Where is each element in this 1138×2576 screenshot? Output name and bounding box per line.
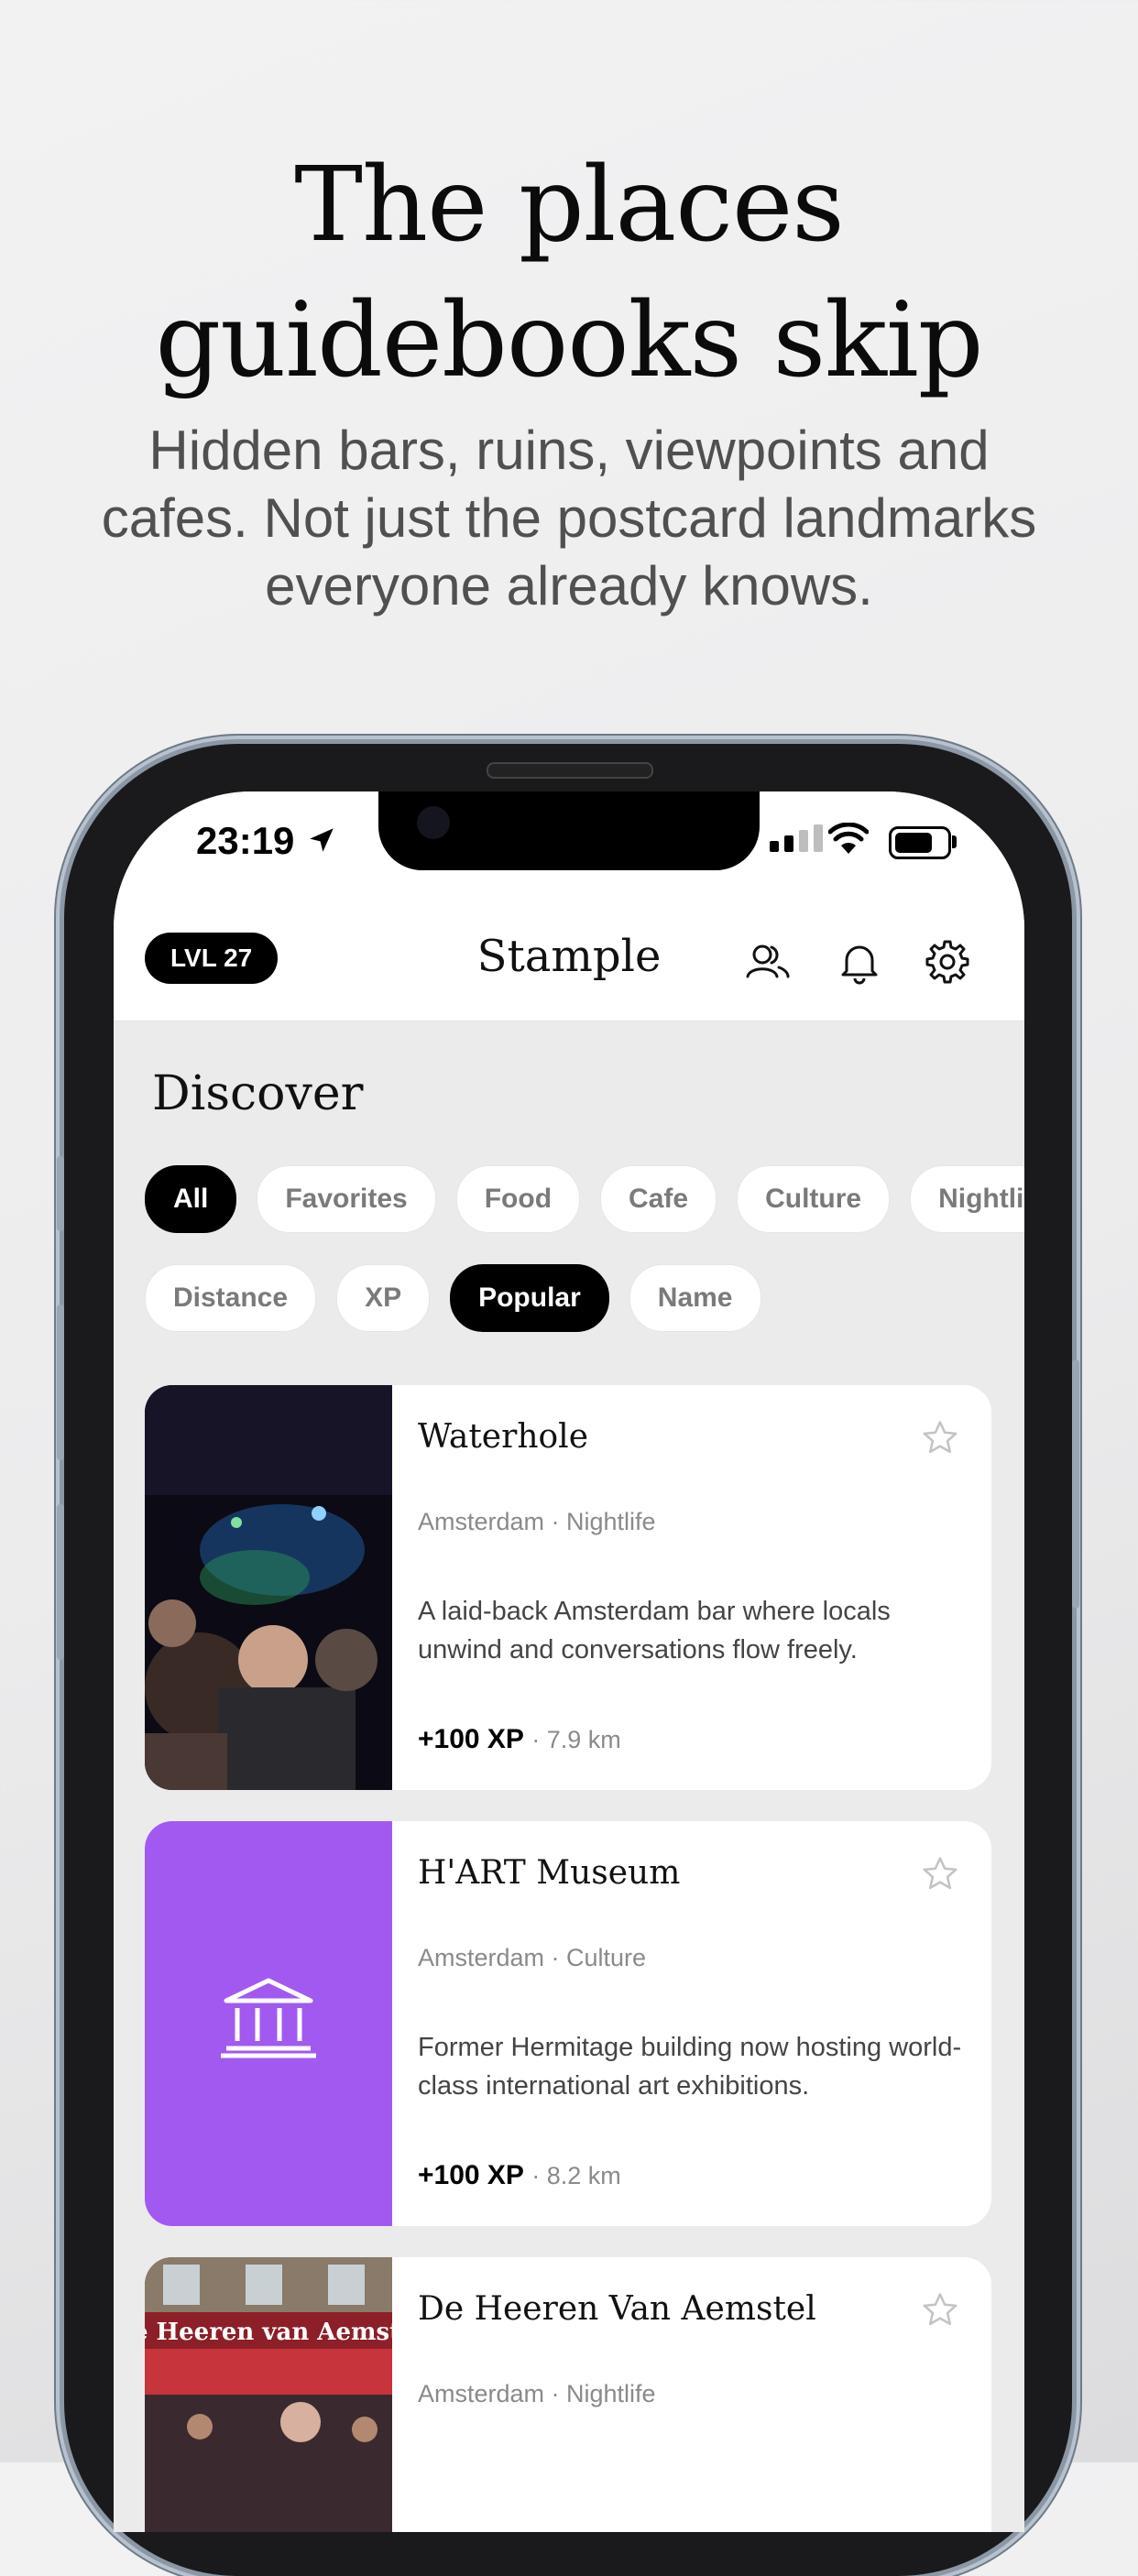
place-meta: Amsterdam · Culture [418,1944,647,1971]
front-camera [417,806,450,839]
place-meta: Amsterdam · Nightlife [418,2380,656,2407]
status-time: 23:19 [196,819,295,862]
filter-chip-all[interactable]: All [145,1165,237,1233]
location-arrow-icon [310,828,334,852]
favorite-star-icon[interactable] [920,1418,960,1458]
sign-text: De Heeren van Aemstel [145,2319,392,2346]
xp-value: +100 XP [418,1724,524,1754]
friends-icon[interactable] [742,936,793,988]
phone-mute-switch [57,1156,64,1231]
sort-chip-popular[interactable]: Popular [450,1264,609,1332]
category-filter-row: All Favorites Food Cafe Culture Nightlif… [145,1165,1024,1233]
place-title: De Heeren Van Aemstel [418,2290,816,2328]
battery-tip [952,835,957,848]
place-card[interactable]: H'ART Museum Amsterdam · Culture Former … [145,1821,991,2226]
filter-chip-nightlife[interactable]: Nightlife [910,1165,1024,1233]
phone-power-button [1072,1359,1079,1609]
museum-icon [221,1978,316,2058]
bell-icon[interactable] [834,936,885,988]
place-meta: Amsterdam · Nightlife [418,1508,656,1535]
place-card[interactable]: Waterhole Amsterdam · Nightlife A laid-b… [145,1385,991,1790]
phone-volume-up [57,1304,64,1460]
distance-value: · 7.9 km [531,1726,621,1753]
app-title: Stample [476,931,662,982]
place-title: H'ART Museum [418,1854,681,1892]
cellular-signal-icon [770,824,823,852]
filter-chip-food[interactable]: Food [455,1165,581,1233]
sort-row: Distance XP Popular Name [145,1264,761,1332]
discover-title: Discover [152,1066,364,1121]
filter-chip-favorites[interactable]: Favorites [257,1165,436,1233]
marketing-headline: The places guidebooks skip [0,137,1138,409]
phone-volume-down [57,1504,64,1660]
filter-chip-culture[interactable]: Culture [737,1165,891,1233]
phone-speaker [487,762,653,779]
sort-chip-xp[interactable]: XP [336,1264,431,1332]
distance-value: · 8.2 km [531,2162,621,2189]
place-description: A laid-back Amsterdam bar where locals u… [418,1597,891,1665]
headline-line-2: guidebooks skip [155,281,984,400]
favorite-star-icon[interactable] [920,1854,960,1894]
sort-chip-distance[interactable]: Distance [145,1264,317,1332]
app-screen: 23:19 LVL 27 Stample Discover All Favori… [114,791,1024,2532]
filter-chip-cafe[interactable]: Cafe [600,1165,717,1233]
place-reward: +100 XP · 7.9 km [418,1724,621,1755]
place-photo: De Heeren van Aemstel [145,2257,392,2532]
wifi-icon [828,823,869,854]
place-photo [145,1385,392,1790]
battery-icon [889,826,951,859]
headline-line-1: The places [294,146,845,265]
favorite-star-icon[interactable] [920,2290,960,2330]
gear-icon[interactable] [922,936,973,988]
marketing-subhead: Hidden bars, ruins, viewpoints and cafes… [101,420,1037,617]
place-description: Former Hermitage building now hosting wo… [418,2033,962,2101]
xp-value: +100 XP [418,2160,524,2190]
place-thumbnail [145,1821,392,2226]
place-reward: +100 XP · 8.2 km [418,2160,621,2191]
place-card[interactable]: De Heeren van Aemstel De Heeren Van Aems… [145,2257,991,2532]
place-title: Waterhole [418,1418,588,1456]
sort-chip-name[interactable]: Name [629,1264,761,1332]
app-header: LVL 27 Stample [114,911,1024,1021]
